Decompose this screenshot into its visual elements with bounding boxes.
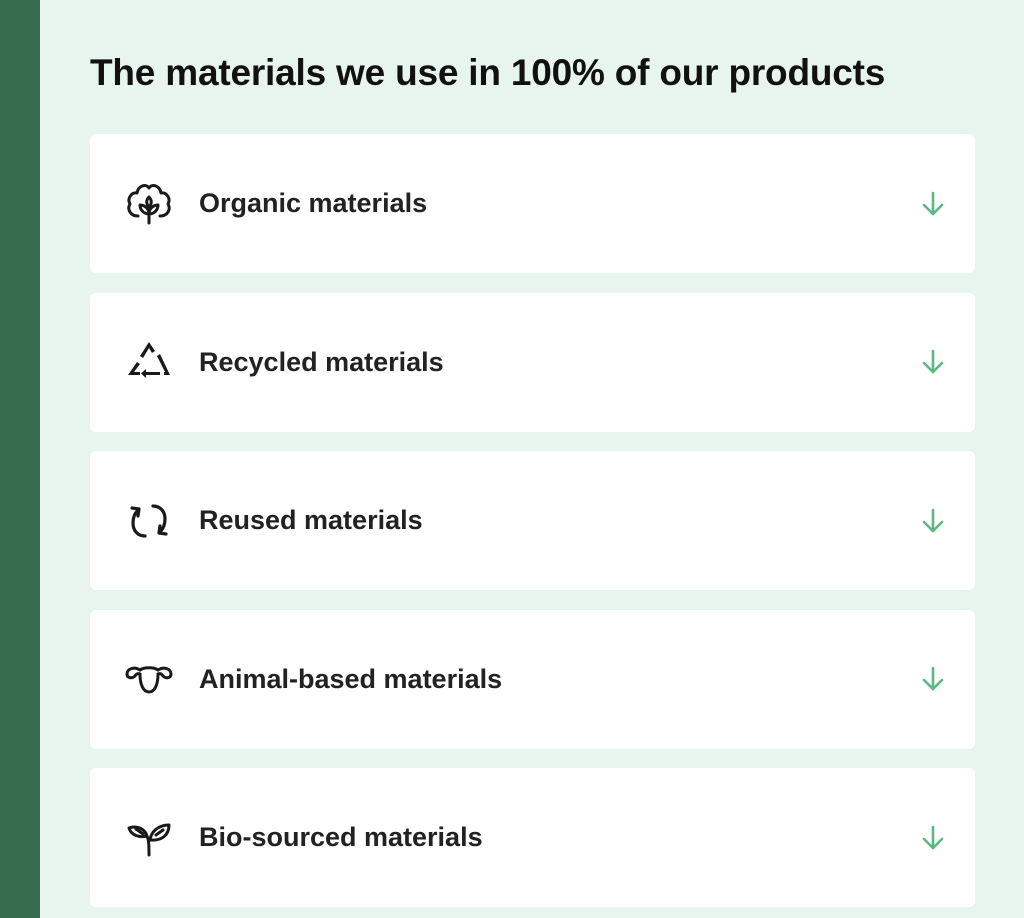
- accordion-item-label: Recycled materials: [199, 346, 444, 377]
- arrow-down-icon[interactable]: [919, 823, 947, 853]
- arrow-down-icon[interactable]: [919, 664, 947, 694]
- arrow-down-icon[interactable]: [919, 347, 947, 377]
- accordion-item-recycled[interactable]: Recycled materials: [90, 292, 975, 432]
- section-title: The materials we use in 100% of our prod…: [90, 52, 886, 93]
- accordion-item-label: Animal-based materials: [199, 663, 503, 694]
- cotton-flower-icon: [124, 179, 174, 229]
- accordion-item-animal-based[interactable]: Animal-based materials: [90, 609, 975, 749]
- sprout-leaves-icon: [124, 813, 174, 863]
- arrow-down-icon[interactable]: [919, 506, 947, 536]
- accordion-item-label: Reused materials: [199, 505, 423, 535]
- accordion-item-label: Organic materials: [199, 188, 428, 218]
- recycle-triangle-icon: [124, 337, 174, 387]
- accordion-item-reused[interactable]: Reused materials: [90, 451, 975, 590]
- materials-accordion: Organic materials Recycled materials Reu…: [90, 134, 975, 918]
- accordion-item-bio-sourced[interactable]: Bio-sourced materials: [90, 768, 975, 907]
- sheep-head-icon: [124, 654, 174, 704]
- arrow-down-icon[interactable]: [919, 189, 947, 219]
- accordion-item-organic[interactable]: Organic materials: [90, 134, 975, 273]
- reuse-arrows-icon: [124, 496, 174, 546]
- sidebar-stripe: [0, 0, 40, 918]
- accordion-item-label: Bio-sourced materials: [199, 822, 483, 852]
